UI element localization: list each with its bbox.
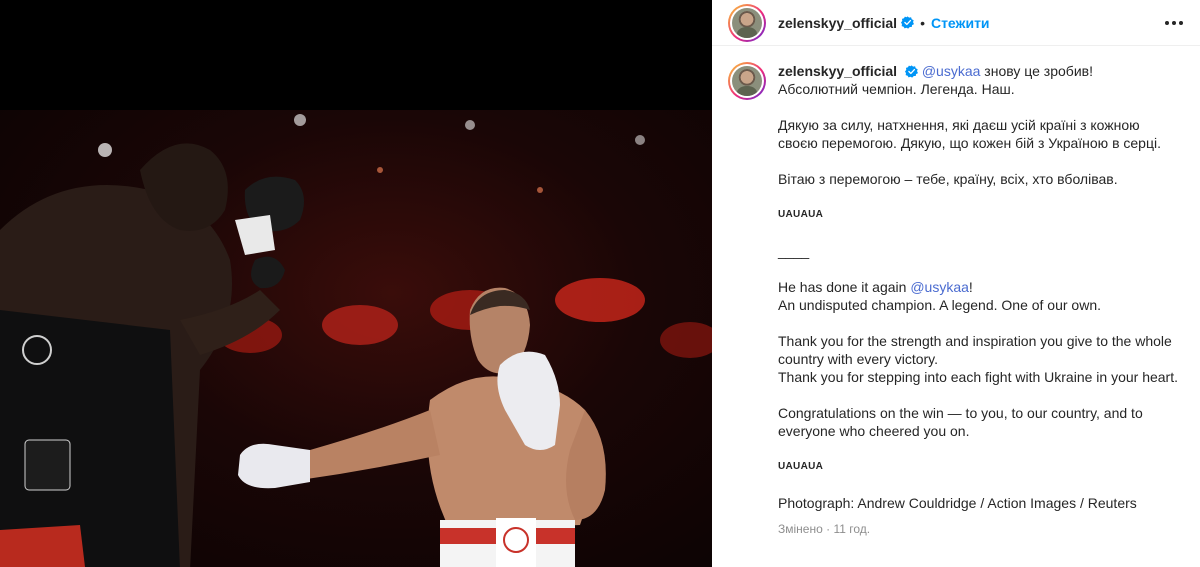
mention-link-2[interactable]: @usykaa: [910, 279, 969, 295]
caption-en-para4: Congratulations on the win — to you, to …: [778, 405, 1143, 439]
caption-en-line1: He has done it again @usykaa!: [778, 279, 973, 295]
post-caption: zelenskyy_official @usykaa знову це зроб…: [778, 62, 1178, 538]
caption-line2: Абсолютний чемпіон. Легенда. Наш.: [778, 81, 1015, 97]
mention-link[interactable]: @usykaa: [922, 63, 981, 79]
flag-emojis-2: UAUAUA: [778, 461, 824, 472]
caption-en-para3a: Thank you for the strength and inspirati…: [778, 333, 1172, 367]
follow-button[interactable]: Стежити: [931, 15, 990, 31]
caption-author-avatar[interactable]: [728, 62, 766, 100]
caption-area: zelenskyy_official @usykaa знову це зроб…: [712, 46, 1200, 538]
instagram-post-view: zelenskyy_official • Стежити zelenskyy_o…: [0, 0, 1200, 567]
caption-en-para3b: Thank you for stepping into each fight w…: [778, 369, 1178, 385]
caption-paragraph-2: Дякую за силу, натхнення, які даєш усій …: [778, 117, 1161, 151]
post-photo: [0, 110, 712, 567]
author-username[interactable]: zelenskyy_official: [778, 15, 897, 31]
caption-en-line2: An undisputed champion. A legend. One of…: [778, 297, 1102, 313]
post-time[interactable]: 11 год.: [833, 522, 870, 536]
caption-line1: знову це зробив!: [980, 63, 1093, 79]
boxing-photo-illustration: [0, 114, 712, 567]
post-header: zelenskyy_official • Стежити: [712, 0, 1200, 46]
post-side-panel: zelenskyy_official • Стежити zelenskyy_o…: [712, 0, 1200, 567]
more-options-icon[interactable]: [1162, 11, 1186, 35]
author-avatar[interactable]: [728, 3, 766, 42]
post-media[interactable]: [0, 0, 712, 567]
photo-credit: Photograph: Andrew Couldridge / Action I…: [778, 495, 1137, 511]
caption-username[interactable]: zelenskyy_official: [778, 63, 897, 79]
flag-emojis: UAUAUA: [778, 209, 824, 220]
post-meta: Змінено · 11 год.: [778, 522, 871, 536]
caption-divider: ____: [778, 243, 810, 259]
caption-verified-badge-icon: [904, 65, 918, 78]
caption-paragraph-3: Вітаю з перемогою – тебе, країну, всіх, …: [778, 171, 1118, 187]
edited-label: Змінено: [778, 522, 823, 536]
verified-badge-icon: [901, 16, 915, 29]
separator-dot: •: [920, 14, 925, 31]
